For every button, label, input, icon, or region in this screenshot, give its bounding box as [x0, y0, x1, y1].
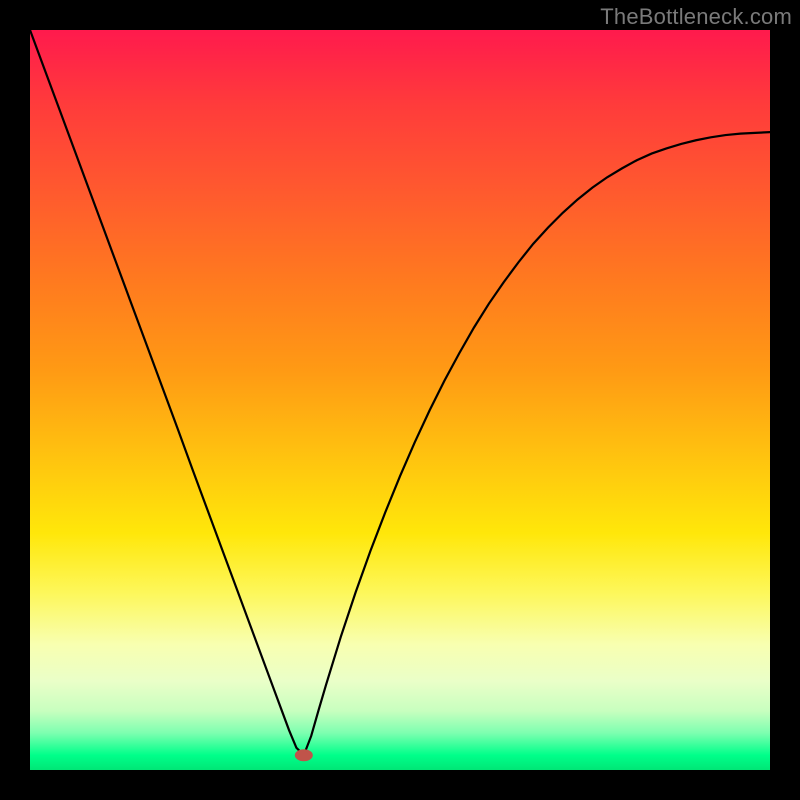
- chart-svg: [30, 30, 770, 770]
- plot-area: [30, 30, 770, 770]
- chart-frame: TheBottleneck.com: [0, 0, 800, 800]
- optimal-point-marker: [295, 749, 313, 761]
- bottleneck-curve: [30, 30, 770, 755]
- watermark-text: TheBottleneck.com: [600, 4, 792, 30]
